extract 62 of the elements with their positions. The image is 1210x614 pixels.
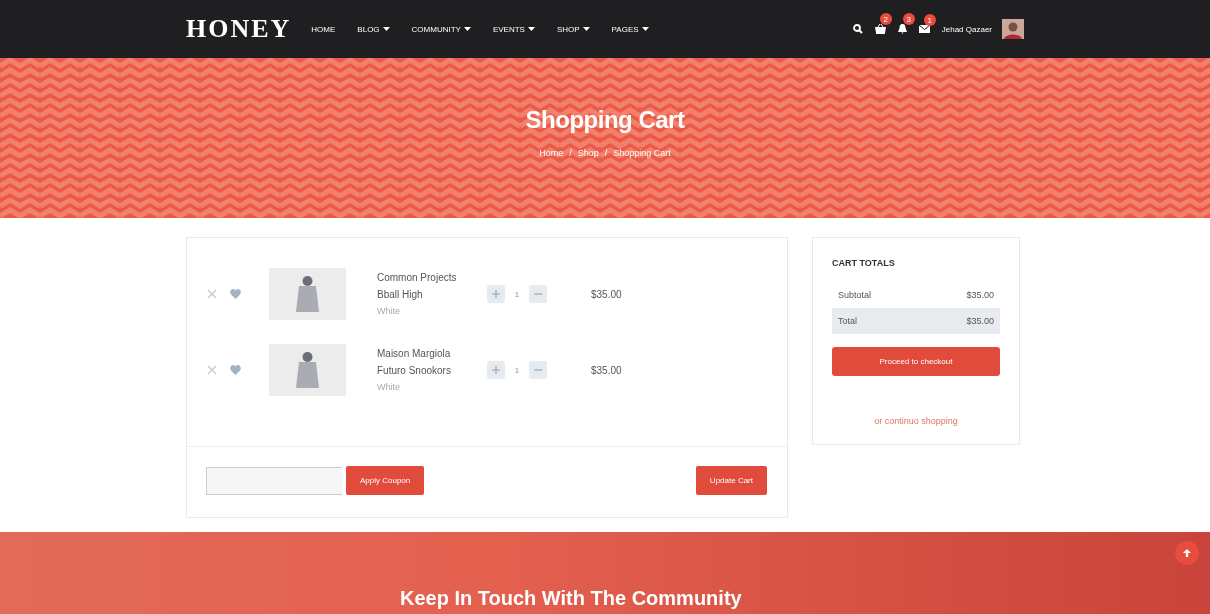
quantity-value[interactable]: 1 <box>509 289 525 299</box>
breadcrumb-separator: / <box>604 148 608 158</box>
minus-icon <box>534 293 542 295</box>
quantity-value[interactable]: 1 <box>509 365 525 375</box>
breadcrumb-link[interactable]: Shopping Cart <box>613 148 671 158</box>
cart-totals-title: CART TOTALS <box>832 258 896 268</box>
apply-coupon-button[interactable]: Apply Coupon <box>346 466 425 495</box>
coupon-field[interactable] <box>206 466 342 495</box>
breadcrumb-separator: / <box>569 148 572 158</box>
nav-menu-item[interactable]: EVENTS <box>492 24 535 34</box>
product-name: Maison Margiola <box>377 348 452 359</box>
caret-icon <box>527 27 535 31</box>
decrease-button[interactable] <box>529 361 547 379</box>
caret-icon <box>641 27 649 31</box>
nav-menu-item[interactable]: PAGES <box>611 24 649 34</box>
increase-button[interactable] <box>487 285 505 303</box>
product-variant: White <box>377 306 401 316</box>
checkout-button[interactable]: Proceed to checkout <box>832 347 1000 376</box>
product-variant: White <box>377 382 401 392</box>
heart-icon[interactable] <box>230 365 241 375</box>
product-price: $35.00 <box>591 288 622 300</box>
increase-button[interactable] <box>487 361 505 379</box>
minus-icon <box>534 369 542 371</box>
site-logo[interactable]: HONEY <box>186 14 292 44</box>
avatar-icon[interactable] <box>1002 19 1024 39</box>
nav-menu-item[interactable]: BLOG <box>357 24 390 34</box>
notification-badge: 1 <box>923 14 936 26</box>
user-name[interactable]: Jehad Qazaer <box>941 24 992 34</box>
breadcrumb-link[interactable]: Home <box>539 148 564 158</box>
totals-label: Subtotal <box>838 290 872 300</box>
mail-icon[interactable] <box>918 25 930 33</box>
product-name: Futuro Snookors <box>377 365 452 376</box>
nav-menu-item[interactable]: COMMUNITY <box>411 24 471 34</box>
notification-badge: 2 <box>879 13 892 25</box>
product-name: Bball High <box>377 289 424 300</box>
page-title: Shopping Cart <box>525 106 685 134</box>
caret-icon <box>582 27 590 31</box>
nav-menu-item[interactable]: SHOP <box>556 24 590 34</box>
search-icon[interactable] <box>852 24 863 34</box>
plus-icon <box>492 290 500 298</box>
scroll-to-top-button[interactable] <box>1175 541 1199 565</box>
plus-icon <box>492 366 500 374</box>
remove-icon[interactable] <box>207 365 217 375</box>
totals-value: $35.00 <box>966 316 994 326</box>
nav-menu-item[interactable]: HOME <box>311 24 336 34</box>
caret-icon <box>382 27 390 31</box>
banner-title: Keep In Touch With The Community <box>400 587 742 610</box>
decrease-button[interactable] <box>529 285 547 303</box>
product-price: $35.00 <box>591 364 622 376</box>
arrow-up-icon <box>1183 549 1191 557</box>
bell-icon[interactable] <box>897 24 907 34</box>
basket-icon[interactable] <box>874 24 886 34</box>
heart-icon[interactable] <box>230 289 241 299</box>
totals-label: Total <box>838 316 857 326</box>
remove-icon[interactable] <box>207 289 217 299</box>
notification-badge: 3 <box>902 13 915 25</box>
product-name: Common Projects <box>377 272 458 283</box>
caret-icon <box>463 27 471 31</box>
continue-shopping-link[interactable]: or continuo shopping <box>832 416 1000 426</box>
totals-value: $35.00 <box>966 290 994 300</box>
update-cart-button[interactable]: Update Cart <box>695 466 767 495</box>
breadcrumb-link[interactable]: Shop <box>577 148 599 158</box>
